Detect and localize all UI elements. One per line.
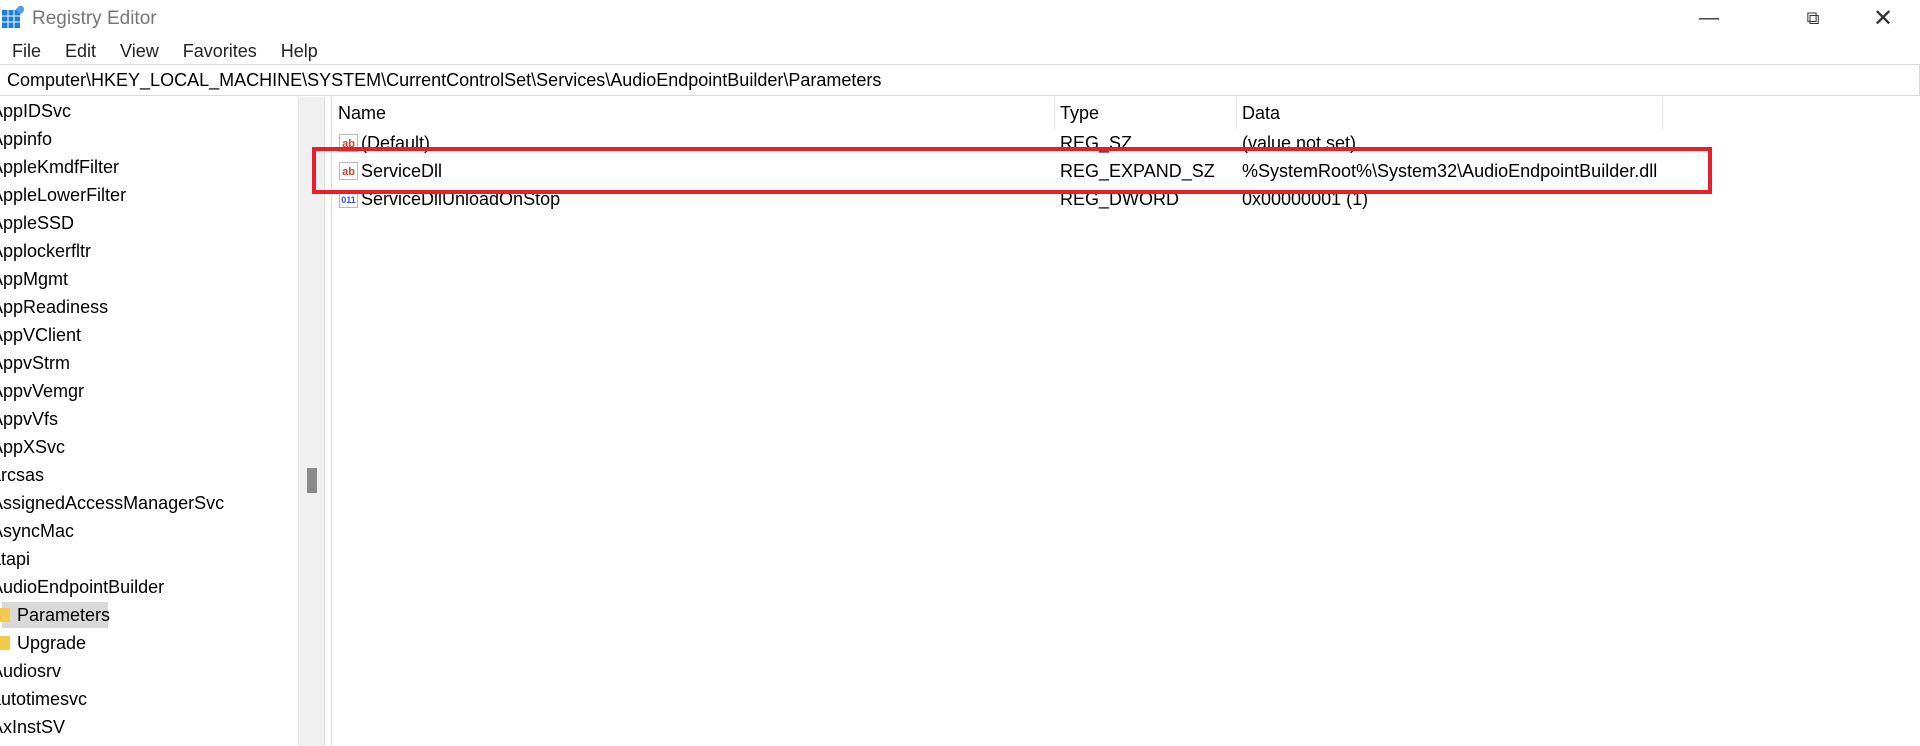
menu-bar: File Edit View Favorites Help <box>0 38 330 64</box>
column-header-data[interactable]: Data <box>1237 97 1663 129</box>
tree-item-label: AppvVemgr <box>0 381 85 401</box>
menu-favorites[interactable]: Favorites <box>171 38 269 64</box>
tree-item[interactable]: AppVClient <box>0 321 298 349</box>
highlight-box <box>312 147 1712 194</box>
tree-item-label: AppleLowerFilter <box>0 185 127 205</box>
tree-item-label: arcsas <box>0 465 45 485</box>
folder-icon <box>0 636 10 650</box>
close-button[interactable]: ✕ <box>1848 0 1918 36</box>
tree-item-label: AppvStrm <box>0 353 71 373</box>
tree-item[interactable]: Parameters <box>0 601 298 629</box>
minimize-icon: — <box>1699 6 1719 29</box>
registry-editor-icon <box>2 6 24 28</box>
minimize-button[interactable]: — <box>1674 0 1744 36</box>
tree-item[interactable]: AppvStrm <box>0 349 298 377</box>
tree-item-label: autotimesvc <box>0 689 88 709</box>
tree-item-label: Upgrade <box>17 633 87 653</box>
tree-item-label: atapi <box>0 549 31 569</box>
tree-item[interactable]: Audiosrv <box>0 657 298 685</box>
tree-item[interactable]: AssignedAccessManagerSvc <box>0 489 298 517</box>
tree-item-label: AudioEndpointBuilder <box>0 577 165 597</box>
tree-item[interactable]: AsyncMac <box>0 517 298 545</box>
menu-help[interactable]: Help <box>269 38 330 64</box>
tree-item[interactable]: Appinfo <box>0 125 298 153</box>
tree-item-label: AsyncMac <box>0 521 75 541</box>
tree-item-label: AppvVfs <box>0 409 59 429</box>
tree-item[interactable]: AppReadiness <box>0 293 298 321</box>
tree-item[interactable]: AppleSSD <box>0 209 298 237</box>
tree-item-label: AppMgmt <box>0 269 69 289</box>
tree-item[interactable]: AppvVemgr <box>0 377 298 405</box>
tree-item-label: AppVClient <box>0 325 82 345</box>
tree-item[interactable]: AxInstSV <box>0 713 298 741</box>
tree-item[interactable]: arcsas <box>0 461 298 489</box>
column-header-type[interactable]: Type <box>1055 97 1237 129</box>
menu-file[interactable]: File <box>0 38 53 64</box>
tree-item[interactable]: AudioEndpointBuilder <box>0 573 298 601</box>
title-bar: Registry Editor — ⧉ ✕ <box>0 0 1920 36</box>
tree-item[interactable]: AppIDSvc <box>0 97 298 125</box>
restore-icon: ⧉ <box>1806 7 1820 28</box>
tree-item-label: AppReadiness <box>0 297 109 317</box>
tree-item-label: Audiosrv <box>0 661 62 681</box>
tree-item[interactable]: Applockerfltr <box>0 237 298 265</box>
folder-icon <box>0 608 10 622</box>
list-header: Name Type Data <box>333 97 1920 129</box>
window-title: Registry Editor <box>32 8 157 29</box>
tree-item-label: Parameters <box>17 605 111 625</box>
tree-item[interactable]: autotimesvc <box>0 685 298 713</box>
tree-item[interactable]: AppvVfs <box>0 405 298 433</box>
tree-item[interactable]: AppleKmdfFilter <box>0 153 298 181</box>
tree-item[interactable]: AppleLowerFilter <box>0 181 298 209</box>
scrollbar-thumb[interactable] <box>307 468 317 493</box>
close-icon: ✕ <box>1872 4 1894 32</box>
menu-edit[interactable]: Edit <box>53 38 108 64</box>
tree-item[interactable]: AppXSvc <box>0 433 298 461</box>
tree-item-label: AppleKmdfFilter <box>0 157 120 177</box>
tree-item[interactable]: AppMgmt <box>0 265 298 293</box>
values-list: Name Type Data ab (Default) REG_SZ (value n… <box>333 97 1920 746</box>
tree-item-label: AppIDSvc <box>0 101 72 121</box>
tree-item[interactable]: atapi <box>0 545 298 573</box>
menu-view[interactable]: View <box>108 38 171 64</box>
tree-scrollbar[interactable] <box>298 97 324 746</box>
tree-item-label: AppleSSD <box>0 213 75 233</box>
address-bar[interactable]: Computer\HKEY_LOCAL_MACHINE\SYSTEM\Curre… <box>0 64 1920 96</box>
tree-item-label: AssignedAccessManagerSvc <box>0 493 225 513</box>
tree-item-label: Appinfo <box>0 129 53 149</box>
key-tree: AppIDSvc Appinfo AppleKmdfFilter AppleLower… <box>0 97 298 746</box>
column-header-name[interactable]: Name <box>333 97 1055 129</box>
maximize-button[interactable]: ⧉ <box>1778 0 1848 36</box>
tree-item[interactable]: Upgrade <box>0 629 298 657</box>
tree-item-label: AppXSvc <box>0 437 66 457</box>
pane-splitter[interactable] <box>324 97 332 746</box>
tree-item-label: Applockerfltr <box>0 241 92 261</box>
tree-item-label: AxInstSV <box>0 717 66 737</box>
